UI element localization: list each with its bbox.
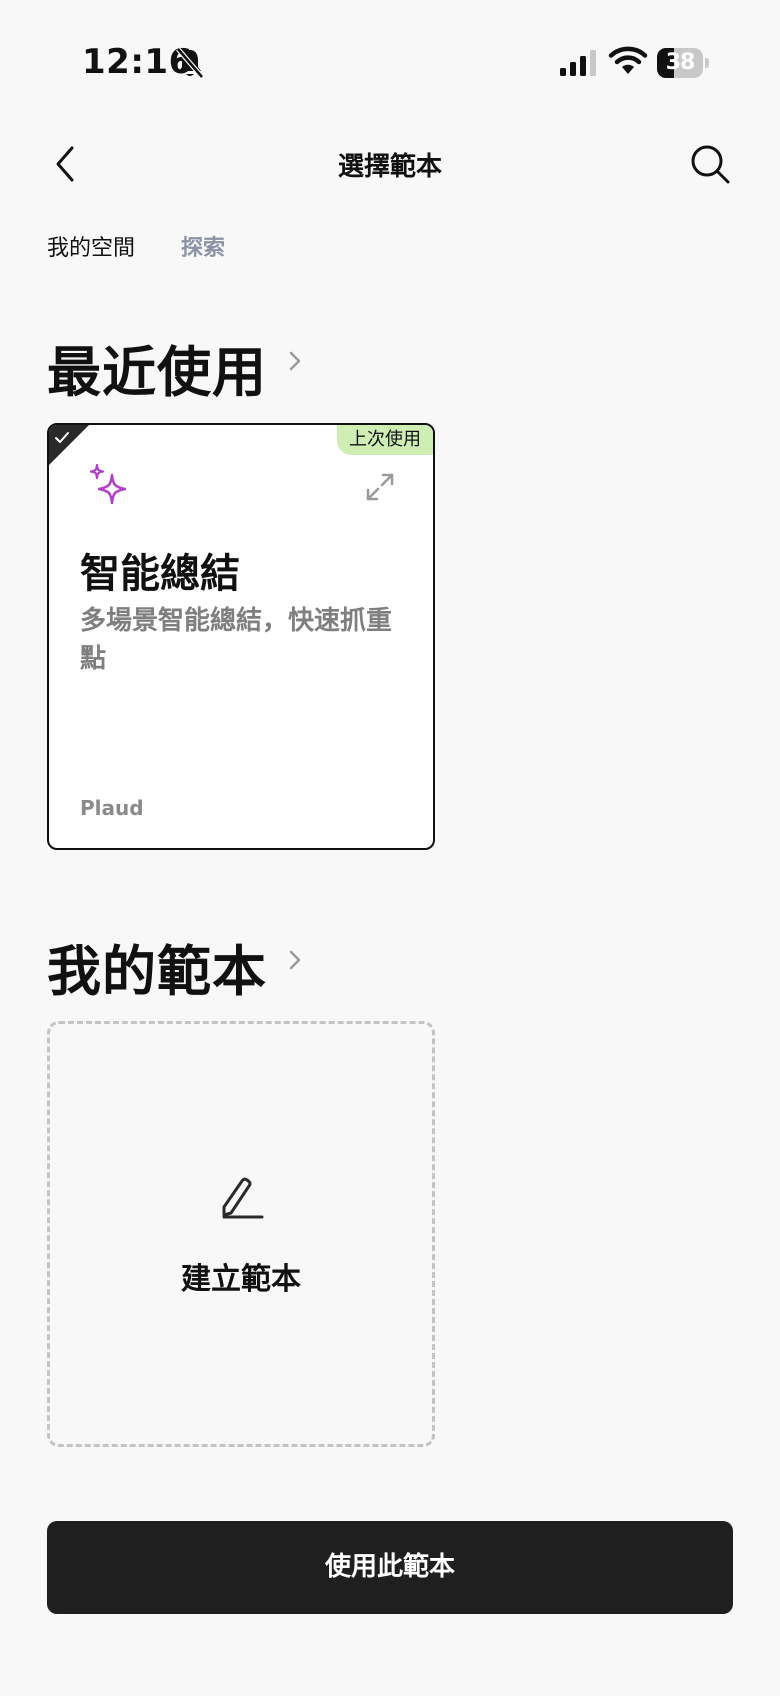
battery-tip bbox=[705, 58, 709, 68]
pen-icon bbox=[222, 1177, 264, 1219]
search-icon[interactable] bbox=[688, 142, 732, 186]
tab-my-space[interactable]: 我的空間 bbox=[47, 230, 135, 262]
template-card-smart-summary[interactable]: 上次使用 智能總結 多場景智能總結，快速抓重點 Plaud bbox=[47, 423, 435, 850]
tab-explore[interactable]: 探索 bbox=[181, 230, 225, 262]
status-bar: 12:16 38 bbox=[0, 0, 780, 110]
battery-body: 38 bbox=[657, 48, 703, 78]
sparkle-icon bbox=[89, 463, 127, 505]
chevron-right-icon[interactable] bbox=[286, 348, 304, 374]
checkmark-icon bbox=[55, 432, 69, 443]
section-title-recent: 最近使用 bbox=[47, 341, 267, 404]
bell-muted-icon bbox=[176, 47, 204, 79]
create-template-card[interactable]: 建立範本 bbox=[47, 1021, 435, 1447]
battery-level: 38 bbox=[665, 50, 696, 75]
card-author: Plaud bbox=[80, 796, 144, 820]
last-used-badge: 上次使用 bbox=[337, 425, 433, 455]
battery-indicator: 38 bbox=[657, 48, 709, 78]
chevron-right-icon[interactable] bbox=[286, 947, 304, 973]
card-description: 多場景智能總結，快速抓重點 bbox=[80, 606, 393, 674]
use-template-button[interactable]: 使用此範本 bbox=[47, 1521, 733, 1614]
page-title: 選擇範本 bbox=[337, 152, 442, 182]
cellular-signal-icon bbox=[560, 50, 596, 76]
section-title-my-templates: 我的範本 bbox=[47, 940, 267, 1003]
card-title: 智能總結 bbox=[80, 551, 240, 597]
create-template-label: 建立範本 bbox=[181, 1262, 301, 1297]
wifi-icon bbox=[608, 46, 648, 74]
expand-icon[interactable] bbox=[365, 472, 395, 502]
